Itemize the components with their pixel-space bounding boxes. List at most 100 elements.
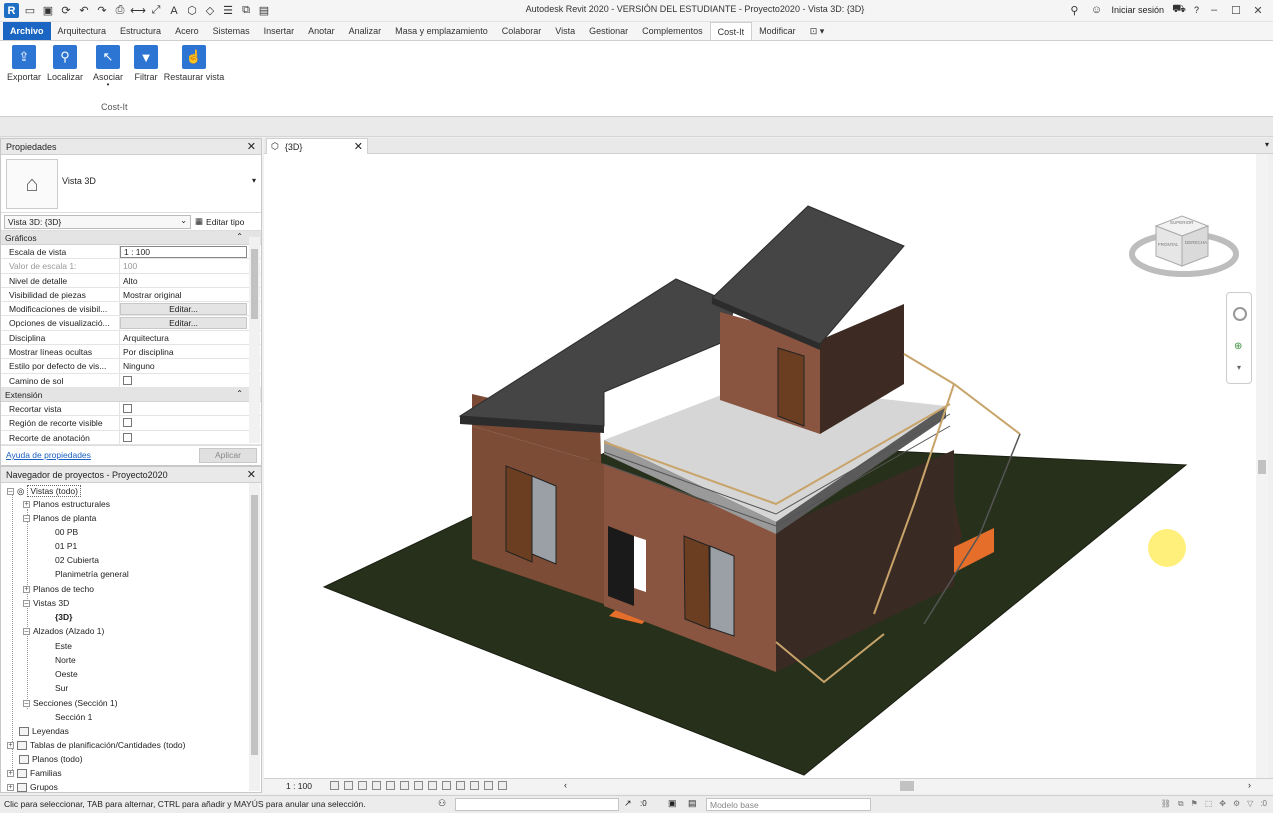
tab-colaborar[interactable]: Colaborar: [495, 22, 549, 40]
view-scale-input[interactable]: 1 : 100: [120, 246, 247, 258]
tree-node-oeste[interactable]: Oeste: [55, 669, 78, 679]
highlight-icon[interactable]: [484, 781, 493, 790]
restaurar-vista-button[interactable]: ☝ Restaurar vista: [163, 45, 225, 82]
design-options-icon[interactable]: ↗: [624, 798, 632, 809]
tab-menu-icon[interactable]: ▾: [1265, 140, 1269, 149]
tree-node-planos-planta[interactable]: – Planos de planta: [23, 513, 96, 523]
close-icon[interactable]: ✕: [247, 140, 256, 153]
reveal-hidden-icon[interactable]: [456, 781, 465, 790]
tree-node-3d[interactable]: {3D}: [55, 612, 72, 622]
section-icon[interactable]: ◇: [203, 4, 217, 18]
tab-acero[interactable]: Acero: [168, 22, 206, 40]
filtrar-button[interactable]: ▼ Filtrar: [131, 45, 161, 82]
design-option-dropdown[interactable]: Modelo base: [706, 798, 871, 811]
zoom-icon[interactable]: ⊕: [1234, 341, 1242, 352]
close-icon[interactable]: ✕: [247, 468, 256, 481]
collapse-icon[interactable]: ⌃: [236, 389, 243, 398]
tab-analizar[interactable]: Analizar: [342, 22, 389, 40]
scrollbar-thumb[interactable]: [1258, 460, 1266, 474]
tab-complementos[interactable]: Complementos: [635, 22, 710, 40]
crop-region-icon[interactable]: [414, 781, 423, 790]
steering-wheel-icon[interactable]: [1233, 307, 1247, 321]
workset-dropdown[interactable]: [455, 798, 619, 811]
tab-vista[interactable]: Vista: [548, 22, 582, 40]
undo-icon[interactable]: ↶: [77, 4, 91, 18]
vg-overrides-edit-button[interactable]: Editar...: [120, 303, 247, 316]
crop-visible-checkbox[interactable]: [123, 418, 132, 428]
help-button[interactable]: ?: [1194, 5, 1199, 15]
tree-node-planimetria[interactable]: Planimetría general: [55, 569, 129, 579]
localizar-button[interactable]: ⚲ Localizar: [45, 45, 85, 82]
tree-node-tablas[interactable]: + Tablas de planificación/Cantidades (tod…: [7, 740, 185, 750]
select-pinned-icon[interactable]: ⚑: [1191, 799, 1198, 809]
expand-icon[interactable]: +: [7, 741, 14, 749]
filter-icon[interactable]: ▽: [1247, 799, 1253, 809]
analytical-icon[interactable]: [470, 781, 479, 790]
section-extension[interactable]: Extensión ⌃: [1, 387, 261, 402]
annotation-crop-checkbox[interactable]: [123, 432, 132, 442]
collapse-icon[interactable]: –: [23, 627, 30, 635]
collapse-icon[interactable]: ⌃: [236, 232, 243, 241]
crop-view-checkbox[interactable]: [123, 403, 132, 413]
display-options-edit-button[interactable]: Editar...: [120, 317, 247, 330]
detail-level-icon[interactable]: [330, 781, 339, 790]
sun-path-checkbox[interactable]: [123, 375, 132, 385]
tree-node-02-cubierta[interactable]: 02 Cubierta: [55, 555, 99, 565]
properties-scrollbar[interactable]: [249, 237, 260, 443]
model-icon[interactable]: ▤: [688, 798, 697, 809]
sign-in-link[interactable]: Iniciar sesión: [1111, 5, 1164, 15]
tree-node-planos[interactable]: Planos (todo): [19, 754, 83, 764]
parts-visibility-value[interactable]: Mostrar original: [120, 288, 247, 301]
tree-node-seccion-1[interactable]: Sección 1: [55, 712, 92, 722]
collapse-icon[interactable]: –: [7, 487, 14, 495]
section-graficos[interactable]: Gráficos ⌃: [1, 231, 261, 245]
sun-path-icon[interactable]: [358, 781, 367, 790]
thin-lines-icon[interactable]: ☰: [221, 4, 235, 18]
temp-hide-icon[interactable]: [442, 781, 451, 790]
visual-style-icon[interactable]: [344, 781, 353, 790]
drag-elements-icon[interactable]: ✥: [1219, 799, 1226, 809]
select-underlay-icon[interactable]: ⧉: [1178, 799, 1184, 809]
user-icon[interactable]: ☺: [1089, 3, 1103, 17]
view-canvas[interactable]: SUPERIOR FRONTAL DERECHA: [264, 154, 1256, 778]
print-icon[interactable]: ⎙: [113, 4, 127, 18]
measure-icon[interactable]: ⟷: [130, 4, 146, 18]
tree-node-secciones[interactable]: – Secciones (Sección 1): [23, 698, 118, 708]
tab-modificar[interactable]: Modificar: [752, 22, 803, 40]
horizontal-scroll-thumb[interactable]: [900, 781, 914, 791]
expand-icon[interactable]: +: [7, 783, 14, 791]
edit-type-button[interactable]: ▦ Editar tipo: [195, 216, 244, 227]
tree-node-00-pb[interactable]: 00 PB: [55, 527, 78, 537]
tree-node-norte[interactable]: Norte: [55, 655, 76, 665]
tree-node-01-p1[interactable]: 01 P1: [55, 541, 77, 551]
tree-node-familias[interactable]: + Familias: [7, 768, 62, 778]
view-vertical-scrollbar[interactable]: [1256, 154, 1268, 778]
tab-cost-it[interactable]: Cost-It: [709, 22, 753, 40]
close-tab-icon[interactable]: ✕: [354, 140, 363, 153]
properties-help-link[interactable]: Ayuda de propiedades: [6, 450, 91, 460]
tree-node-vistas[interactable]: – ◎ Vistas (todo): [7, 485, 81, 497]
tab-arquitectura[interactable]: Arquitectura: [51, 22, 114, 40]
ribbon-toggle-icon[interactable]: ⊡ ▾: [803, 22, 832, 40]
tree-node-vistas-3d[interactable]: – Vistas 3D: [23, 598, 69, 608]
tree-node-sur[interactable]: Sur: [55, 683, 68, 693]
scrollbar-thumb[interactable]: [251, 495, 258, 755]
expand-icon[interactable]: +: [23, 585, 30, 593]
apply-button[interactable]: Aplicar: [199, 448, 257, 463]
minimize-button[interactable]: –: [1207, 4, 1221, 16]
tree-node-planos-estructurales[interactable]: + Planos estructurales: [23, 499, 110, 509]
revit-logo-icon[interactable]: R: [4, 3, 19, 18]
close-hidden-icon[interactable]: ⧉: [239, 4, 253, 18]
collapse-icon[interactable]: –: [23, 699, 30, 707]
browser-scrollbar[interactable]: [249, 483, 260, 791]
view-3d-icon[interactable]: ⬡: [185, 4, 199, 18]
dimension-icon[interactable]: ⤢: [149, 4, 163, 18]
tree-node-grupos[interactable]: + Grupos: [7, 782, 58, 792]
view-tab-3d[interactable]: ⬡ {3D} ✕: [266, 138, 368, 154]
discipline-value[interactable]: Arquitectura: [120, 331, 247, 344]
default-style-value[interactable]: Ninguno: [120, 359, 247, 372]
view-scale-label[interactable]: 1 : 100: [286, 781, 312, 791]
sync-icon[interactable]: ⟳: [59, 4, 73, 18]
collapse-icon[interactable]: –: [23, 599, 30, 607]
hidden-lines-value[interactable]: Por disciplina: [120, 345, 247, 358]
